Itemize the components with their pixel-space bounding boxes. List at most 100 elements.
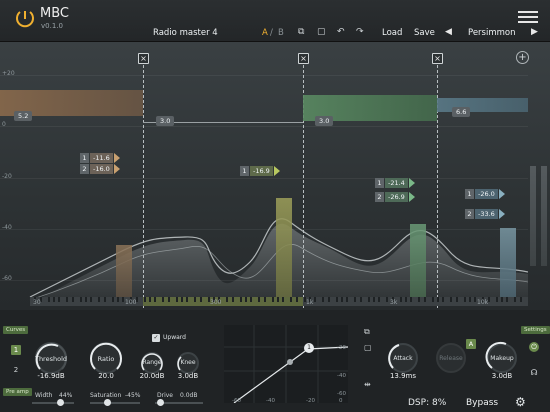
band-gain-value[interactable]: 5.2 [14, 111, 33, 121]
band-gain-value[interactable]: 6.6 [452, 107, 471, 117]
transfer-curve-graph[interactable] [224, 325, 348, 403]
header-bar: MBC v0.1.0 Radio master 4 A / B ⧉ ▢ ↶ ↷ … [0, 0, 550, 42]
makeup-value[interactable]: 3.0dB [483, 372, 521, 380]
knee-knob-label: Knee [180, 359, 196, 366]
threshold-handle[interactable] [113, 153, 120, 163]
saturation-slider-handle[interactable] [104, 399, 111, 406]
threshold-index: 2 [80, 164, 89, 174]
threshold-value: -33.6 [475, 209, 498, 219]
drive-label: Drive [157, 392, 173, 399]
upward-label: Upward [163, 334, 186, 341]
width-value: 44% [59, 392, 73, 399]
app-title: MBC [40, 6, 69, 21]
attack-value[interactable]: 13.9ms [383, 372, 423, 380]
redo-icon[interactable]: ↷ [356, 27, 364, 37]
headphones-icon[interactable]: ☊ [529, 368, 539, 378]
link-icon[interactable]: ⇹ [364, 380, 371, 389]
undo-icon[interactable]: ↶ [337, 27, 345, 37]
threshold-index: 1 [80, 153, 89, 163]
threshold-chip[interactable]: 1 -16.9 [240, 166, 280, 176]
output-meter-right [541, 166, 547, 266]
range-value[interactable]: 20.0dB [136, 372, 168, 380]
threshold-chip[interactable]: 1 -21.4 [375, 178, 415, 188]
menu-icon[interactable] [518, 11, 538, 25]
remove-split-button[interactable]: × [432, 53, 443, 64]
freq-label: 100 [125, 299, 137, 306]
threshold-handle[interactable] [408, 178, 415, 188]
power-toggle-icon[interactable]: ⏻ [529, 342, 539, 352]
remove-split-button[interactable]: × [138, 53, 149, 64]
prev-preset-icon[interactable]: ◀ [445, 27, 452, 37]
add-band-button[interactable]: + [516, 51, 529, 64]
ratio-knob-label: Ratio [97, 355, 115, 363]
curves-tag[interactable]: Curves [3, 326, 29, 334]
threshold-index: 2 [375, 192, 384, 202]
remove-split-button[interactable]: × [298, 53, 309, 64]
preset-name[interactable]: Radio master 4 [153, 28, 218, 38]
freq-label: 30 [33, 299, 41, 306]
threshold-chip[interactable]: 2 -16.0 [80, 164, 120, 174]
settings-tag[interactable]: Settings [521, 326, 550, 334]
threshold-chip[interactable]: 1 -11.6 [80, 153, 120, 163]
threshold-index: 1 [465, 189, 474, 199]
copy-curve-icon[interactable]: ⧉ [364, 327, 370, 337]
next-preset-icon[interactable]: ▶ [531, 27, 538, 37]
ab-slot-a[interactable]: A [262, 28, 268, 38]
band-gain-bar[interactable] [437, 98, 528, 112]
threshold-handle[interactable] [113, 164, 120, 174]
spectrum-graph[interactable]: +20 0 -20 -40 -60 × × × + 5.2 3.0 3.0 6.… [0, 42, 550, 310]
spectrum-waveform [29, 218, 528, 304]
band-level-meter [410, 224, 426, 298]
auto-release-toggle[interactable]: A [466, 339, 476, 349]
threshold-value: -26.9 [385, 192, 408, 202]
band-gain-value[interactable]: 3.0 [156, 116, 175, 126]
threshold-index: 1 [240, 166, 249, 176]
width-slider-handle[interactable] [57, 399, 64, 406]
drive-slider-handle[interactable] [157, 399, 164, 406]
freq-label: 10k [477, 299, 489, 306]
band-split-line[interactable] [143, 60, 144, 308]
threshold-handle[interactable] [408, 192, 415, 202]
freq-label: 3k [390, 299, 398, 306]
upward-checkbox[interactable]: ✓ [152, 334, 160, 342]
threshold-handle[interactable] [498, 189, 505, 199]
paste-icon[interactable]: ▢ [317, 27, 326, 37]
preset-bank-name[interactable]: Persimmon [468, 28, 516, 38]
bypass-button[interactable]: Bypass [466, 398, 498, 408]
threshold-value[interactable]: -16.9dB [30, 372, 72, 380]
saturation-value: -45% [125, 392, 141, 399]
save-button[interactable]: Save [414, 28, 435, 38]
threshold-chip[interactable]: 1 -26.0 [465, 189, 505, 199]
band-level-meter [500, 228, 516, 298]
curve-point-1[interactable]: 1 [304, 343, 314, 353]
width-label: Width [35, 392, 53, 399]
threshold-chip[interactable]: 2 -26.9 [375, 192, 415, 202]
threshold-handle[interactable] [498, 209, 505, 219]
curve-axis-label: -20 [337, 345, 346, 351]
gear-icon[interactable]: ⚙ [515, 395, 526, 409]
power-logo-icon [16, 11, 34, 28]
curve-axis-label: -40 [266, 398, 275, 404]
curve-axis-label: -60 [232, 398, 241, 404]
band-gain-value[interactable]: 3.0 [315, 116, 334, 126]
threshold-index: 2 [465, 209, 474, 219]
threshold-chip[interactable]: 2 -33.6 [465, 209, 505, 219]
curve-axis-label: 0 [339, 398, 343, 404]
copy-icon[interactable]: ⧉ [298, 27, 304, 37]
width-slider[interactable] [32, 402, 74, 404]
ab-slot-b[interactable]: B [278, 28, 284, 38]
preamp-tag[interactable]: Pre amp [3, 388, 32, 396]
saturation-slider[interactable] [90, 402, 140, 404]
freq-label: 1k [306, 299, 314, 306]
load-button[interactable]: Load [382, 28, 402, 38]
curve-select-1-button[interactable]: 1 [11, 345, 21, 355]
knee-value[interactable]: 3.0dB [173, 372, 203, 380]
paste-curve-icon[interactable]: ▢ [364, 343, 372, 352]
drive-value: 0.0dB [180, 392, 198, 399]
threshold-value: -11.6 [90, 153, 113, 163]
threshold-handle[interactable] [273, 166, 280, 176]
threshold-value: -16.9 [250, 166, 273, 176]
curve-select-2-button[interactable]: 2 [11, 365, 21, 375]
ratio-value[interactable]: 20.0 [87, 372, 125, 380]
curve-axis-label: -20 [306, 398, 315, 404]
